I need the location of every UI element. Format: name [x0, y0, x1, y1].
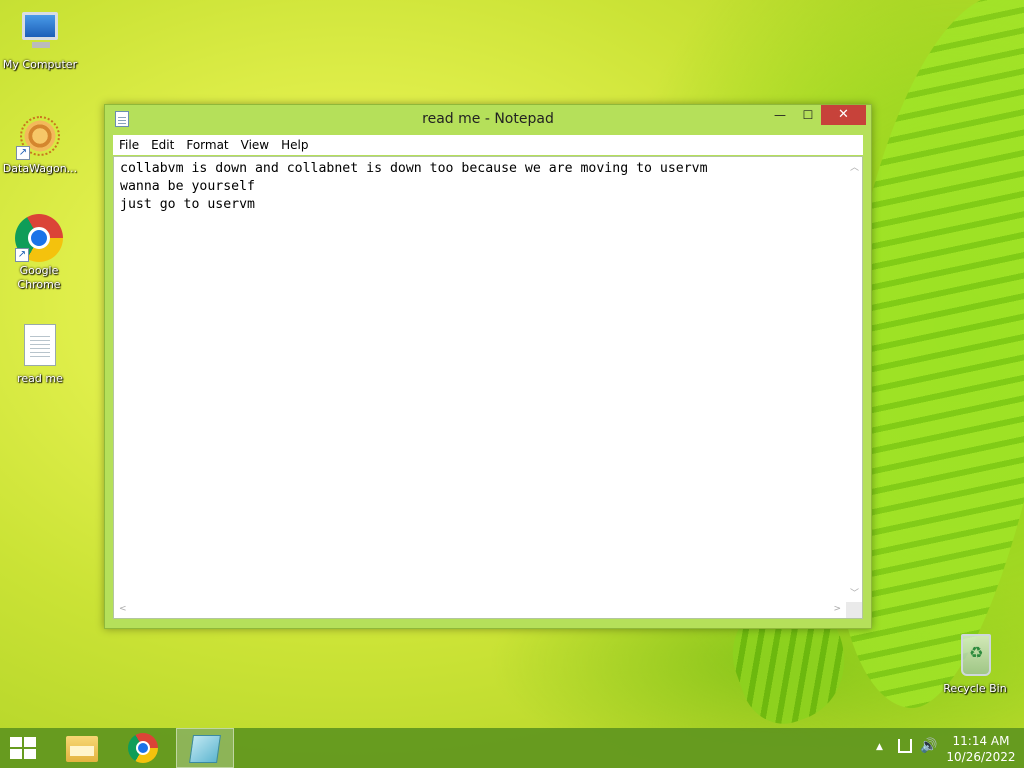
taskbar-file-explorer[interactable]	[52, 728, 110, 768]
horizontal-scrollbar[interactable]: < >	[114, 602, 846, 618]
clock[interactable]: 11:14 AM 10/26/2022	[946, 733, 1016, 765]
close-button[interactable]: ✕	[821, 105, 866, 125]
chrome-icon: ↗	[15, 214, 63, 262]
file-explorer-icon	[66, 736, 98, 762]
text-editor[interactable]: collabvm is down and collabnet is down t…	[113, 156, 863, 619]
desktop-icon-label: My Computer	[2, 58, 78, 71]
shortcut-arrow-icon: ↗	[16, 146, 30, 160]
minimize-button[interactable]: —	[767, 105, 793, 125]
clock-date: 10/26/2022	[946, 750, 1016, 764]
scroll-down-icon[interactable]: ﹀	[850, 586, 859, 599]
datawagon-icon: ↗	[16, 112, 64, 160]
taskbar: ▲ 🔊 11:14 AM 10/26/2022	[0, 728, 1024, 768]
vertical-scrollbar[interactable]: ︿ ﹀	[846, 157, 862, 602]
taskbar-chrome[interactable]	[114, 728, 172, 768]
windows-logo-icon[interactable]	[10, 737, 38, 761]
maximize-button[interactable]: ☐	[795, 105, 821, 125]
recycle-bin-icon	[951, 632, 999, 680]
scrollbar-corner	[846, 602, 862, 618]
scroll-left-icon[interactable]: <	[119, 604, 127, 614]
notepad-window[interactable]: read me - Notepad — ☐ ✕ File Edit Format…	[104, 104, 872, 629]
desktop-icon-datawagon[interactable]: ↗ DataWagon...	[0, 112, 80, 176]
scroll-right-icon[interactable]: >	[833, 604, 841, 614]
desktop-icon-label: DataWagon...	[2, 162, 78, 175]
taskbar-notepad[interactable]	[176, 728, 234, 768]
computer-icon	[16, 8, 64, 56]
text-file-icon	[16, 322, 64, 370]
desktop-icon-my-computer[interactable]: My Computer	[0, 8, 80, 72]
desktop-icon-label: read me	[17, 372, 63, 385]
network-icon[interactable]	[898, 739, 912, 753]
volume-icon[interactable]: 🔊	[920, 738, 937, 768]
notepad-icon	[189, 735, 221, 763]
menu-help[interactable]: Help	[281, 138, 308, 152]
menu-edit[interactable]: Edit	[151, 138, 174, 152]
shortcut-arrow-icon: ↗	[15, 248, 29, 262]
menu-bar: File Edit Format View Help	[113, 135, 863, 155]
document-text[interactable]: collabvm is down and collabnet is down t…	[120, 160, 842, 598]
desktop-icon-recycle-bin[interactable]: Recycle Bin	[935, 632, 1015, 696]
window-title: read me - Notepad	[422, 111, 554, 127]
menu-view[interactable]: View	[241, 138, 269, 152]
title-bar[interactable]: read me - Notepad — ☐ ✕	[105, 105, 871, 135]
menu-format[interactable]: Format	[186, 138, 228, 152]
clock-time: 11:14 AM	[952, 734, 1010, 748]
chrome-icon	[128, 733, 158, 763]
desktop-icon-google-chrome[interactable]: ↗ Google Chrome	[0, 214, 78, 292]
desktop-icon-read-me[interactable]: read me	[0, 322, 80, 386]
scroll-up-icon[interactable]: ︿	[850, 160, 859, 173]
menu-file[interactable]: File	[119, 138, 139, 152]
desktop-icon-label: Google Chrome	[17, 264, 61, 291]
show-hidden-icons[interactable]: ▲	[876, 742, 883, 768]
desktop-icon-label: Recycle Bin	[943, 682, 1007, 695]
